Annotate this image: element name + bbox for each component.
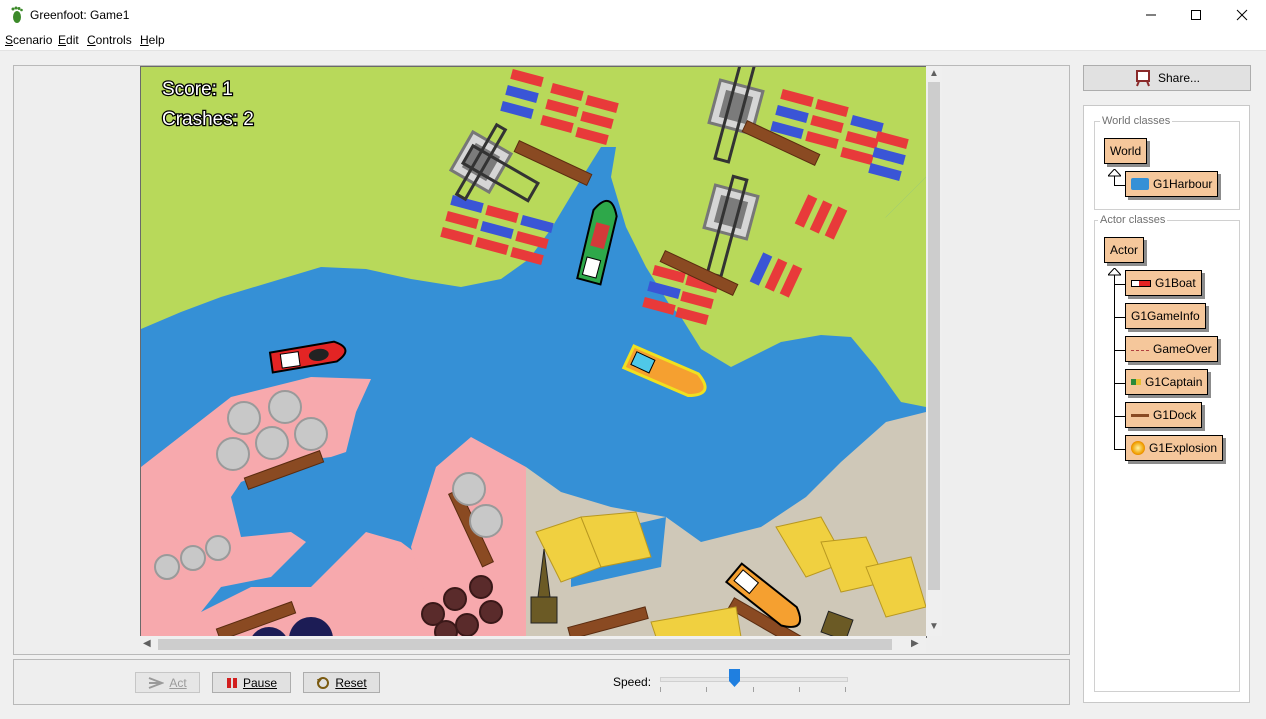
class-world[interactable]: World bbox=[1104, 138, 1148, 164]
captain-icon bbox=[1131, 379, 1141, 385]
vertical-scrollbar[interactable]: ▲ ▼ bbox=[926, 66, 942, 636]
maximize-button[interactable] bbox=[1173, 0, 1219, 30]
share-button[interactable]: Share... bbox=[1083, 65, 1251, 91]
inherit-arrow-icon bbox=[1108, 169, 1121, 177]
tree-connector bbox=[1114, 317, 1125, 318]
share-easel-icon bbox=[1135, 70, 1150, 87]
scroll-up-icon[interactable]: ▲ bbox=[929, 68, 939, 80]
scroll-right-icon[interactable]: ▶ bbox=[911, 638, 919, 650]
tree-connector bbox=[1114, 416, 1125, 417]
reset-icon bbox=[317, 676, 330, 689]
speed-label: Speed: bbox=[613, 675, 652, 689]
dock-icon bbox=[1131, 413, 1149, 417]
horizontal-scrollbar[interactable]: ◀ ▶ bbox=[140, 636, 926, 653]
maximize-icon bbox=[1191, 10, 1201, 20]
window-title: Greenfoot: Game1 bbox=[30, 8, 130, 22]
horizontal-scroll-thumb[interactable] bbox=[158, 639, 892, 650]
class-g1dock[interactable]: G1Dock bbox=[1125, 402, 1203, 428]
score-text: Score: 1 bbox=[162, 79, 233, 100]
tree-connector bbox=[1114, 185, 1125, 186]
harbour-map-icon bbox=[1131, 178, 1149, 190]
close-icon bbox=[1236, 9, 1248, 21]
scroll-down-icon[interactable]: ▼ bbox=[929, 621, 939, 633]
title-bar: Greenfoot: Game1 bbox=[0, 0, 1266, 30]
boat-icon bbox=[1131, 279, 1151, 287]
menu-edit[interactable]: Edit bbox=[58, 33, 79, 47]
act-button[interactable]: Act bbox=[135, 672, 200, 693]
tree-connector bbox=[1114, 284, 1125, 285]
slider-tick bbox=[799, 687, 800, 692]
menu-scenario[interactable]: Scenario bbox=[5, 33, 52, 47]
greenfoot-foot-icon bbox=[11, 6, 23, 23]
vertical-scroll-thumb[interactable] bbox=[928, 82, 940, 590]
menu-help[interactable]: Help bbox=[140, 33, 165, 47]
class-g1gameinfo[interactable]: G1GameInfo bbox=[1125, 303, 1206, 329]
tree-connector bbox=[1114, 449, 1125, 450]
reset-button[interactable]: Reset bbox=[303, 672, 380, 693]
minimize-icon bbox=[1146, 14, 1156, 16]
speed-slider-track[interactable] bbox=[660, 677, 848, 682]
class-g1harbour[interactable]: G1Harbour bbox=[1125, 171, 1219, 197]
pause-button[interactable]: Pause bbox=[212, 672, 291, 693]
tree-connector bbox=[1114, 275, 1115, 450]
class-g1explosion[interactable]: G1Explosion bbox=[1125, 435, 1224, 461]
act-arrow-icon bbox=[148, 676, 165, 689]
crashes-text: Crashes: 2 bbox=[162, 109, 254, 130]
scroll-left-icon[interactable]: ◀ bbox=[143, 638, 151, 650]
gameover-text-icon bbox=[1131, 349, 1149, 351]
slider-tick bbox=[660, 687, 661, 692]
tree-connector bbox=[1114, 383, 1125, 384]
class-g1boat[interactable]: G1Boat bbox=[1125, 270, 1202, 296]
harbour-map: Score: 1 Crashes: 2 bbox=[141, 67, 926, 637]
slider-tick bbox=[706, 687, 707, 692]
close-button[interactable] bbox=[1219, 0, 1265, 30]
slider-tick bbox=[845, 687, 846, 692]
class-actor[interactable]: Actor bbox=[1104, 237, 1145, 263]
minimize-button[interactable] bbox=[1128, 0, 1174, 30]
explosion-icon bbox=[1131, 441, 1145, 455]
class-g1captain[interactable]: G1Captain bbox=[1125, 369, 1209, 395]
class-gameover[interactable]: GameOver bbox=[1125, 336, 1218, 362]
actor-classes-title: Actor classes bbox=[1098, 214, 1168, 226]
world-classes-title: World classes bbox=[1100, 115, 1173, 127]
speed-slider-thumb[interactable] bbox=[728, 669, 740, 687]
menu-bar: Scenario Edit Controls Help bbox=[0, 30, 1266, 51]
menu-controls[interactable]: Controls bbox=[87, 33, 132, 47]
slider-tick bbox=[753, 687, 754, 692]
tree-connector bbox=[1114, 350, 1125, 351]
pause-icon bbox=[226, 677, 237, 688]
world-canvas[interactable]: Score: 1 Crashes: 2 bbox=[140, 66, 927, 638]
